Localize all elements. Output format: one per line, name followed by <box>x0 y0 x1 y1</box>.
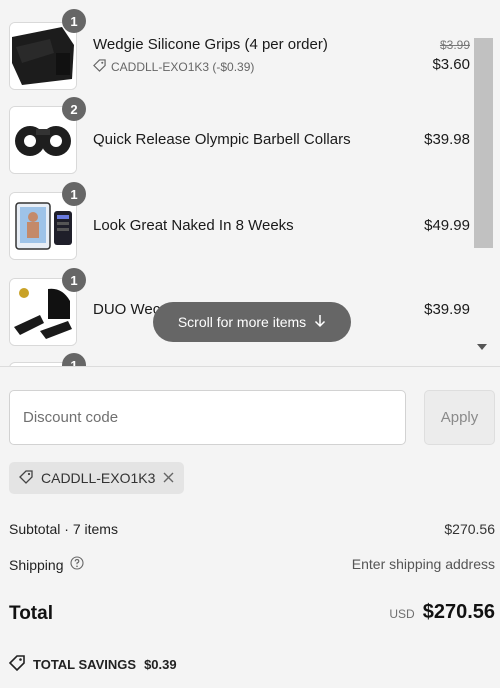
item-price: $49.99 <box>424 217 470 234</box>
cart-item: 1 Wedgie Silicone Grips (4 per order) CA… <box>0 9 480 92</box>
subtotal-label-text: Subtotal · 7 items <box>9 521 118 537</box>
tag-icon <box>8 655 25 674</box>
item-price: $39.99 <box>424 301 470 318</box>
arrow-down-icon <box>314 314 326 331</box>
subtotal-value: $270.56 <box>444 521 495 537</box>
item-discount-label: CADDLL-EXO1K3 (-$0.39) <box>111 60 255 74</box>
item-name: Quick Release Olympic Barbell Collars <box>93 131 351 148</box>
close-icon[interactable] <box>163 470 174 486</box>
item-name: Wedgie Silicone Grips (4 per order) <box>93 36 328 53</box>
applied-discount-chip: CADDLL-EXO1K3 <box>9 462 185 494</box>
savings-value: $0.39 <box>144 657 177 672</box>
product-image <box>9 22 77 90</box>
quantity-badge: 1 <box>62 182 86 206</box>
shipping-label: Shipping <box>9 556 84 573</box>
apply-button[interactable]: Apply <box>424 390 495 445</box>
original-price: $3.99 <box>439 38 470 52</box>
cart-item: 1 Look Great Naked In 8 Weeks $49.99 <box>0 182 480 262</box>
scroll-down-arrow-icon[interactable] <box>477 344 487 350</box>
help-circle-icon[interactable] <box>69 556 84 573</box>
item-name: DUO Wec <box>93 301 161 318</box>
scroll-for-more-button[interactable]: Scroll for more items <box>153 302 351 342</box>
savings-label: TOTAL SAVINGS <box>33 657 137 672</box>
tag-icon <box>93 59 106 75</box>
item-price: $39.98 <box>424 131 470 148</box>
discount-code-input[interactable] <box>9 390 406 445</box>
total-label: Total <box>9 603 53 624</box>
applied-code-label: CADDLL-EXO1K3 <box>41 470 156 486</box>
total-savings: TOTAL SAVINGS $0.39 <box>8 655 177 674</box>
cart-item: 1 <box>0 352 480 366</box>
scroll-hint-label: Scroll for more items <box>177 314 307 330</box>
tag-icon <box>19 469 33 487</box>
item-name: Look Great Naked In 8 Weeks <box>93 217 294 234</box>
cart-item: 2 Quick Release Olympic Barbell Collars … <box>0 96 480 176</box>
scrollbar-thumb[interactable] <box>474 38 493 248</box>
quantity-badge: 2 <box>62 97 86 121</box>
shipping-value: Enter shipping address <box>351 556 495 572</box>
total-value: USD $270.56 <box>389 601 495 624</box>
subtotal-label: Subtotal · 7 items <box>9 521 118 537</box>
item-discount: CADDLL-EXO1K3 (-$0.39) <box>93 59 254 75</box>
quantity-badge: 1 <box>62 9 86 33</box>
quantity-badge: 1 <box>62 268 86 292</box>
divider <box>0 366 500 367</box>
item-price: $3.60 <box>432 56 470 73</box>
quantity-badge: 1 <box>62 353 86 366</box>
cart-items-list[interactable]: 1 Wedgie Silicone Grips (4 per order) CA… <box>0 0 500 366</box>
shipping-label-text: Shipping <box>9 556 64 573</box>
currency-code: USD <box>389 607 415 621</box>
total-amount: $270.56 <box>422 601 495 623</box>
